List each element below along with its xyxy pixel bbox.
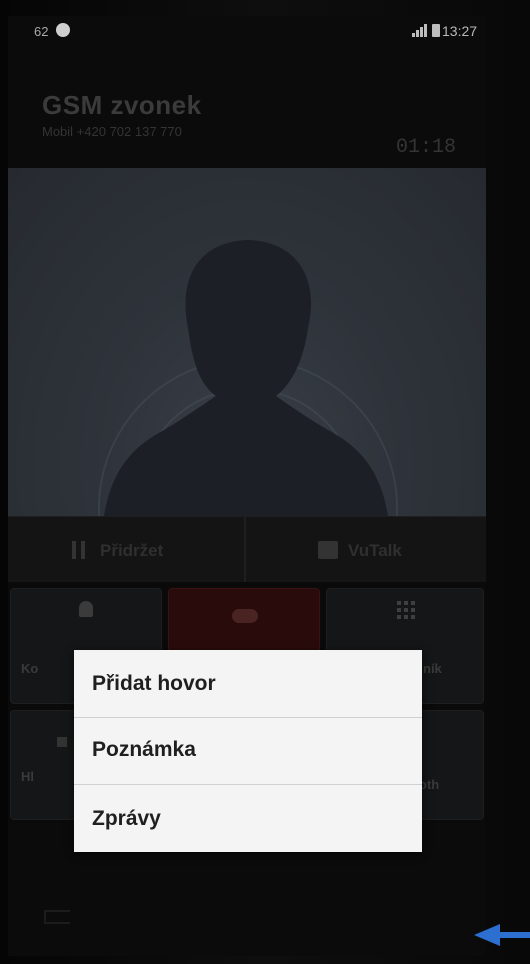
menu-item-note[interactable]: Poznámka	[74, 718, 422, 785]
menu-item-label: Zprávy	[92, 807, 161, 830]
menu-item-add-call[interactable]: Přidat hovor	[74, 650, 422, 717]
speaker-label: Hl	[21, 769, 34, 784]
caller-name: GSM zvonek	[42, 90, 202, 120]
vutalk-icon	[318, 541, 338, 559]
battery-icon	[432, 24, 440, 37]
contact-photo	[8, 168, 486, 658]
caller-number: Mobil +420 702 137 770	[42, 124, 182, 139]
menu-item-messages[interactable]: Zprávy	[74, 785, 422, 852]
menu-item-label: Přidat hovor	[92, 672, 216, 695]
end-call-icon	[232, 609, 258, 623]
contacts-label: Ko	[21, 661, 39, 676]
contact-icon	[79, 601, 93, 617]
back-icon[interactable]	[44, 910, 70, 924]
notification-dot-icon	[56, 23, 70, 37]
battery-percent: 62	[34, 24, 49, 39]
annotation-arrow-icon	[474, 924, 530, 946]
vutalk-button[interactable]: VuTalk	[246, 517, 486, 583]
hold-button[interactable]: Přidržet	[8, 517, 244, 583]
call-duration: 01:18	[396, 136, 457, 159]
bluetooth-label: oth	[419, 777, 440, 792]
call-action-row: Přidržet VuTalk	[8, 516, 486, 583]
status-clock: 13:27	[442, 23, 478, 39]
phone-screen: 62 13:27 GSM zvonek Mobil +420 702 137 7…	[8, 16, 486, 956]
keypad-icon	[397, 601, 415, 619]
status-bar: 62 13:27	[8, 16, 486, 50]
speaker-icon	[57, 737, 67, 747]
navigation-bar	[8, 878, 486, 956]
keypad-label: ník	[423, 661, 442, 676]
hold-icon	[72, 541, 86, 559]
overflow-menu: Přidat hovor Poznámka Zprávy	[74, 650, 422, 852]
menu-item-label: Poznámka	[92, 738, 196, 761]
vutalk-label: VuTalk	[348, 541, 402, 560]
signal-icon	[412, 24, 428, 37]
avatar-silhouette-icon	[104, 240, 388, 516]
hold-label: Přidržet	[100, 541, 164, 560]
